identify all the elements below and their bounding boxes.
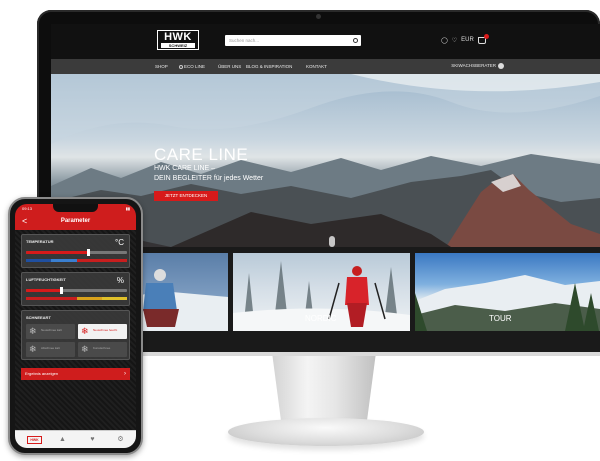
snowflake-icon: ❄ [29,326,37,336]
hero-cta-button[interactable]: JETZT ENTDECKEN [154,191,218,201]
smartphone: 09:13 ▮▮ < Parameter TEMPERATUR °C LUFTF [8,197,143,455]
snow-option-label: Altschnee kalt [41,346,60,350]
tile-nordic[interactable]: NORDIC [233,253,410,331]
site-header: HWK SCHWEIZ Suchen nach... ◯ ♡ EUR [51,24,600,59]
snow-option-artificial[interactable]: ❄ Kunstschnee [78,342,127,357]
temperature-unit: °C [115,238,124,247]
snow-option-new-cold[interactable]: ❄ Neuschnee kalt [26,324,75,339]
snowflake-icon: ❄ [29,344,37,354]
scale-warm [76,259,102,262]
app-header: < Parameter [15,213,136,230]
snow-type-label: SCHNEEART [26,315,51,320]
wax-advisor-link[interactable]: SKIWACHSBERATER [451,63,504,69]
snow-option-label: Kunstschnee [93,346,111,350]
snow-option-label: Neuschnee kalt [41,328,62,332]
nav-blog[interactable]: BLOG & INSPIRATION [246,64,292,69]
humidity-unit: % [116,276,124,285]
nav-contact[interactable]: KONTAKT [306,64,327,69]
scale-high [101,297,127,300]
monitor-camera [316,14,321,19]
show-result-button[interactable]: Ergebnis anzeigen › [21,368,130,380]
app-screen: 09:13 ▮▮ < Parameter TEMPERATUR °C LUFTF [15,204,136,448]
search-input[interactable]: Suchen nach... [225,35,361,46]
nav-shop[interactable]: SHOP [155,64,168,69]
shoe-icon[interactable]: ▲ [57,435,68,444]
temperature-slider-thumb[interactable] [87,249,91,256]
temperature-slider[interactable] [26,249,127,256]
show-result-label: Ergebnis anzeigen [25,371,59,376]
signal-battery-icon: ▮▮ [125,206,130,211]
site-logo[interactable]: HWK SCHWEIZ [157,30,199,50]
tab-home-logo[interactable]: HWK [27,436,42,444]
chevron-right-icon: › [124,371,126,377]
humidity-card: LUFTFEUCHTIGKEIT % [21,272,130,306]
tile-tour-label: TOUR [489,314,512,323]
phone-notch [53,204,98,212]
header-actions: ◯ ♡ EUR [441,33,489,45]
cart-badge [483,33,489,39]
humidity-label: LUFTFEUCHTIGKEIT [26,277,66,282]
logo-subtext: SCHWEIZ [161,43,195,48]
temperature-slider-fill [26,251,89,254]
main-nav: SHOP ECO LINE ÜBER UNS BLOG & INSPIRATIO… [51,59,600,74]
nav-eco-line-label: ECO LINE [184,64,206,69]
humidity-slider-fill [26,289,62,292]
humidity-slider[interactable] [26,287,127,294]
snowflake-icon: ❄ [81,344,89,354]
hero-subtitle-line1: HWK CARE LINE – [154,165,216,172]
eco-icon [179,64,183,69]
hero-title: CARE LINE [154,145,249,164]
monitor-stand [272,356,376,424]
wax-advisor-label: SKIWACHSBERATER [451,63,496,69]
temperature-scale [26,259,127,262]
humidity-slider-thumb[interactable] [59,287,63,294]
heart-icon[interactable]: ♡ [452,37,457,44]
snow-type-card: SCHNEEART ❄ Neuschnee kalt ❄ Neuschnee f… [21,310,130,360]
nav-eco-line[interactable]: ECO LINE [179,64,205,69]
tile-nordic-label: NORDIC [305,314,337,323]
search-icon[interactable] [353,38,358,43]
snow-option-old-cold[interactable]: ❄ Altschnee kalt [26,342,75,357]
cart-icon[interactable] [477,33,489,44]
scale-low [51,297,77,300]
wax-advisor-icon [498,63,504,69]
hero-subtitle-line2: DEIN BEGLEITER für jedes Wetter [154,175,264,182]
scale-dry [26,297,52,300]
logo-text: HWK [164,31,192,43]
scale-hot [101,259,127,262]
temperature-label: TEMPERATUR [26,239,54,244]
scale-cool [51,259,77,262]
heart-icon[interactable]: ♥ [87,435,98,444]
app-tab-bar: HWK ▲ ♥ ⚙ [15,430,136,448]
gear-icon[interactable]: ⚙ [115,435,126,444]
search-placeholder: Suchen nach... [229,38,260,43]
scale-cold [26,259,52,262]
cart-label[interactable]: EUR [461,37,474,43]
nav-about[interactable]: ÜBER UNS [218,64,241,69]
temperature-card: TEMPERATUR °C [21,234,130,268]
scale-medium [76,297,102,300]
snow-option-new-wet[interactable]: ❄ Neuschnee feucht [78,324,127,339]
snow-type-options: ❄ Neuschnee kalt ❄ Neuschnee feucht ❄ Al… [26,324,127,357]
status-time: 09:13 [22,206,33,211]
user-icon[interactable]: ◯ [441,37,448,44]
hero-subtitle: HWK CARE LINE – DEIN BEGLEITER für jedes… [154,164,263,184]
snow-option-label: Neuschnee feucht [93,328,118,332]
monitor-stand-base [228,418,424,446]
humidity-scale [26,297,127,300]
slider-pause-icon[interactable] [329,236,335,247]
tile-tour[interactable]: TOUR [415,253,600,331]
snowflake-icon: ❄ [81,326,89,336]
app-title: Parameter [60,218,91,224]
